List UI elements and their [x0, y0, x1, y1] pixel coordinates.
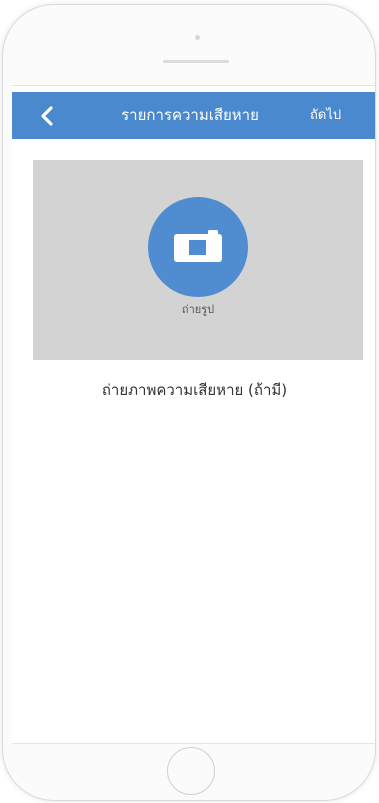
next-button[interactable]: ถัดไป	[310, 92, 341, 139]
earpiece-speaker	[163, 60, 229, 63]
take-photo-area[interactable]: ถ่ายรูป	[33, 160, 363, 360]
camera-button[interactable]	[148, 197, 248, 297]
take-photo-label: ถ่ายรูป	[181, 303, 215, 316]
home-button[interactable]	[167, 747, 215, 795]
app-screen: รายการความเสียหาย ถัดไป ถ่ายรูป ถ่ายภาพค…	[12, 85, 375, 744]
front-camera	[195, 35, 200, 40]
page-title: รายการความเสียหาย	[121, 106, 259, 124]
chevron-left-icon	[41, 106, 53, 126]
nav-edge-indicator	[368, 108, 375, 124]
back-button[interactable]	[30, 100, 64, 132]
navigation-bar: รายการความเสียหาย ถัดไป	[12, 92, 375, 139]
phone-frame: รายการความเสียหาย ถัดไป ถ่ายรูป ถ่ายภาพค…	[2, 4, 376, 801]
photo-caption: ถ่ายภาพความเสียหาย (ถ้ามี)	[101, 381, 288, 399]
camera-icon	[174, 230, 222, 262]
